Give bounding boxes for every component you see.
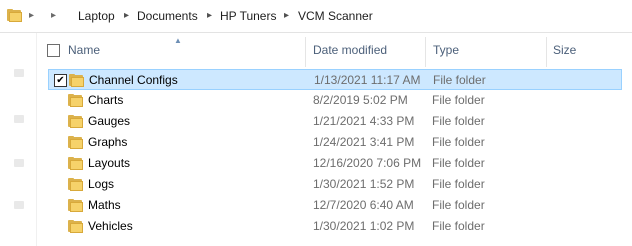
- folder-icon: [69, 74, 84, 87]
- breadcrumb-item-hp-tuners[interactable]: HP Tuners: [220, 8, 276, 24]
- file-name: Maths: [88, 198, 121, 212]
- file-date-modified: 1/21/2021 4:33 PM: [313, 114, 415, 128]
- folder-icon: [68, 178, 83, 191]
- column-header-size[interactable]: Size: [553, 33, 623, 67]
- file-type: File folder: [433, 73, 486, 87]
- file-name: Gauges: [88, 114, 131, 128]
- file-row[interactable]: Maths 12/7/2020 6:40 AM File folder: [48, 195, 622, 216]
- file-row[interactable]: Vehicles 1/30/2021 1:02 PM File folder: [48, 216, 622, 237]
- folder-icon: [68, 94, 83, 107]
- file-name: Vehicles: [88, 219, 133, 233]
- file-row[interactable]: Graphs 1/24/2021 3:41 PM File folder: [48, 132, 622, 153]
- column-header-row: ▲ Name Date modified Type Size: [40, 33, 632, 67]
- file-type: File folder: [432, 156, 485, 170]
- chevron-right-icon[interactable]: ▸: [284, 9, 289, 23]
- row-checkbox[interactable]: ✔: [54, 74, 67, 87]
- file-date-modified: 8/2/2019 5:02 PM: [313, 93, 408, 107]
- file-name: Layouts: [88, 156, 131, 170]
- folder-icon: [68, 115, 83, 128]
- chevron-right-icon[interactable]: ▸: [29, 9, 34, 23]
- column-divider[interactable]: [425, 37, 426, 67]
- file-row[interactable]: ✔ Channel Configs 1/13/2021 11:17 AM Fil…: [48, 69, 622, 90]
- file-date-modified: 12/7/2020 6:40 AM: [313, 198, 414, 212]
- chevron-right-icon[interactable]: ▸: [51, 9, 56, 23]
- file-row[interactable]: Charts 8/2/2019 5:02 PM File folder: [48, 90, 622, 111]
- chevron-right-icon[interactable]: ▸: [124, 9, 129, 23]
- file-name: Graphs: [88, 135, 128, 149]
- file-date-modified: 1/13/2021 11:17 AM: [314, 73, 421, 87]
- column-divider[interactable]: [305, 37, 306, 67]
- folder-icon: [68, 220, 83, 233]
- nav-icon: [14, 115, 24, 123]
- column-header-date-modified[interactable]: Date modified: [313, 33, 423, 67]
- nav-icon: [14, 159, 24, 167]
- file-date-modified: 1/30/2021 1:52 PM: [313, 177, 415, 191]
- file-date-modified: 12/16/2020 7:06 PM: [313, 156, 422, 170]
- file-name: Charts: [88, 93, 124, 107]
- column-divider[interactable]: [546, 37, 547, 67]
- breadcrumb-item-vcm-scanner[interactable]: VCM Scanner: [298, 8, 373, 24]
- nav-icon: [14, 69, 24, 77]
- column-header-type[interactable]: Type: [433, 33, 543, 67]
- file-type: File folder: [432, 114, 485, 128]
- nav-icon: [14, 201, 24, 209]
- file-row[interactable]: Logs 1/30/2021 1:52 PM File folder: [48, 174, 622, 195]
- file-row[interactable]: Gauges 1/21/2021 4:33 PM File folder: [48, 111, 622, 132]
- folder-icon: [68, 199, 83, 212]
- file-type: File folder: [432, 93, 485, 107]
- address-bar[interactable]: ▸ ▸ Laptop ▸ Documents ▸ HP Tuners ▸ VCM…: [0, 0, 632, 33]
- navigation-pane[interactable]: [0, 33, 37, 246]
- file-date-modified: 1/24/2021 3:41 PM: [313, 135, 415, 149]
- column-header-name[interactable]: Name: [68, 33, 299, 67]
- file-date-modified: 1/30/2021 1:02 PM: [313, 219, 415, 233]
- breadcrumb-item-laptop[interactable]: Laptop: [78, 8, 115, 24]
- breadcrumb-item-documents[interactable]: Documents: [137, 8, 198, 24]
- file-type: File folder: [432, 177, 485, 191]
- folder-icon: [68, 157, 83, 170]
- file-row[interactable]: Layouts 12/16/2020 7:06 PM File folder: [48, 153, 622, 174]
- chevron-right-icon[interactable]: ▸: [207, 9, 212, 23]
- select-all-checkbox[interactable]: [47, 44, 60, 57]
- file-name: Channel Configs: [89, 73, 178, 87]
- folder-icon: [7, 9, 22, 22]
- file-name: Logs: [88, 177, 115, 191]
- file-type: File folder: [432, 135, 485, 149]
- folder-icon: [68, 136, 83, 149]
- file-type: File folder: [432, 198, 485, 212]
- file-type: File folder: [432, 219, 485, 233]
